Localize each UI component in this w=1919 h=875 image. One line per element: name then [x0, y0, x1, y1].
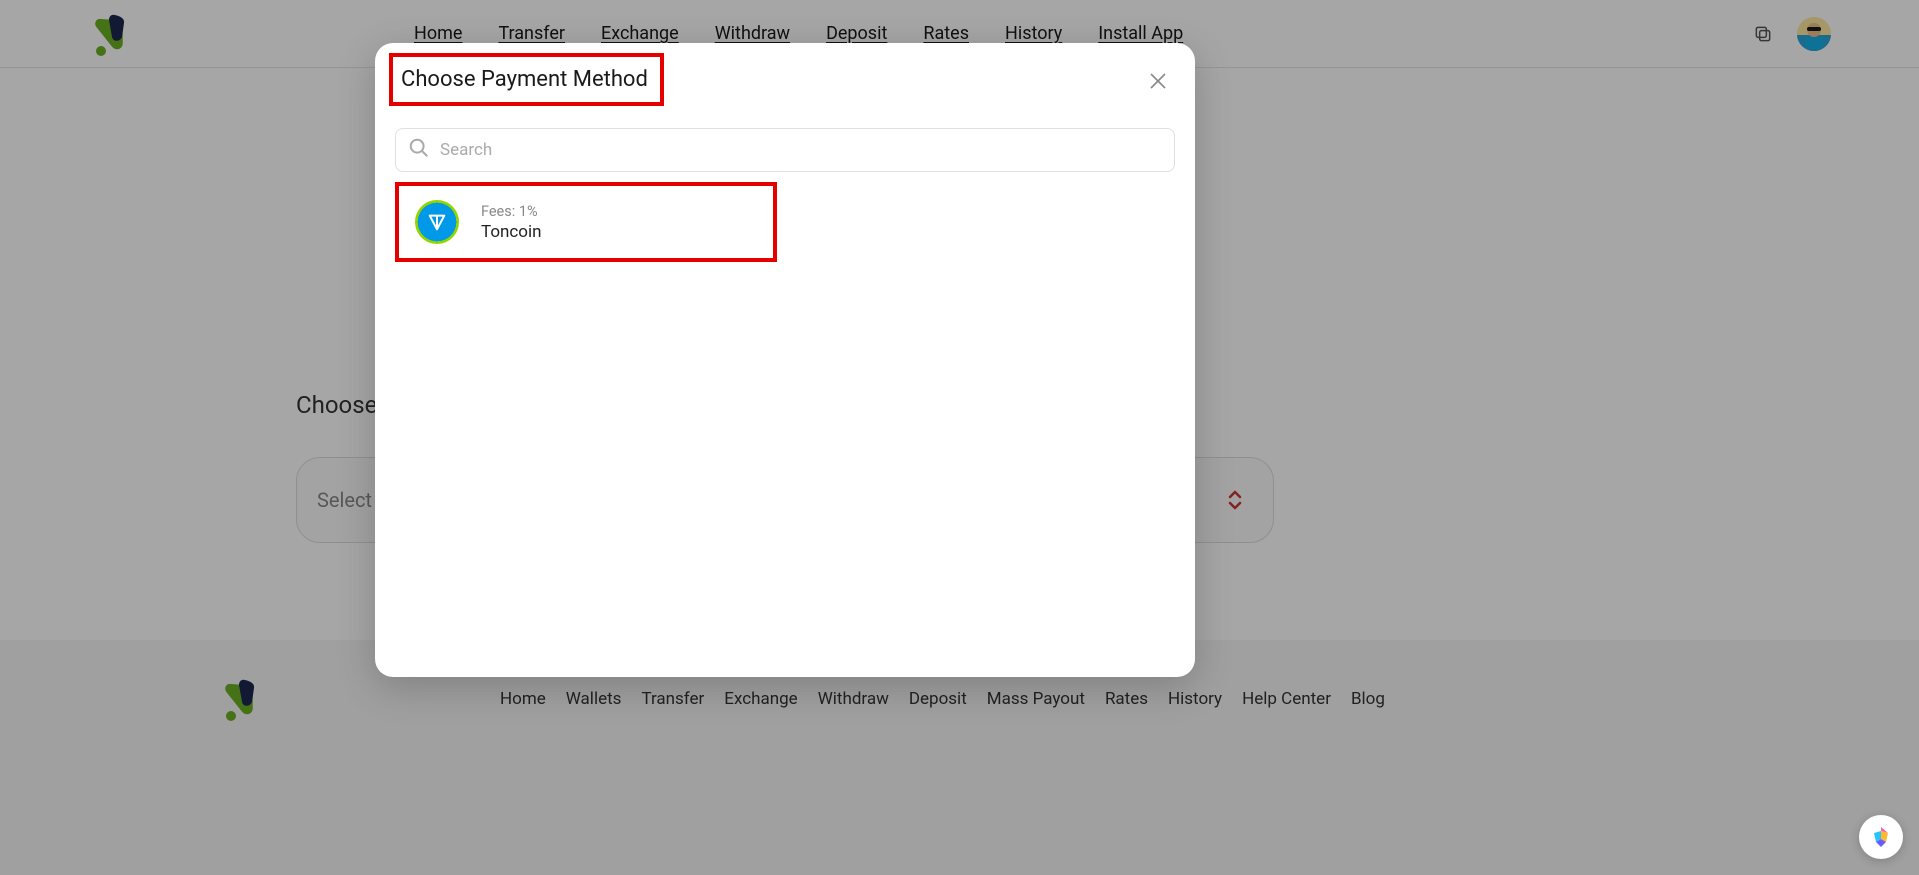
modal-title: Choose Payment Method [393, 67, 648, 92]
help-fab[interactable] [1859, 815, 1903, 859]
close-button[interactable] [1141, 64, 1175, 102]
payment-method-name: Toncoin [481, 222, 542, 242]
search-input[interactable] [440, 140, 1162, 160]
search-icon [408, 137, 430, 163]
modal-title-highlight: Choose Payment Method [389, 53, 664, 106]
payment-method-item-toncoin[interactable]: Fees: 1% Toncoin [411, 200, 761, 244]
payment-method-highlight: Fees: 1% Toncoin [395, 182, 777, 262]
search-field[interactable] [395, 128, 1175, 172]
fab-icon [1868, 824, 1894, 850]
close-icon [1149, 72, 1167, 90]
toncoin-icon [415, 200, 459, 244]
payment-method-fees: Fees: 1% [481, 203, 542, 220]
payment-method-modal: Choose Payment Method [375, 43, 1195, 677]
